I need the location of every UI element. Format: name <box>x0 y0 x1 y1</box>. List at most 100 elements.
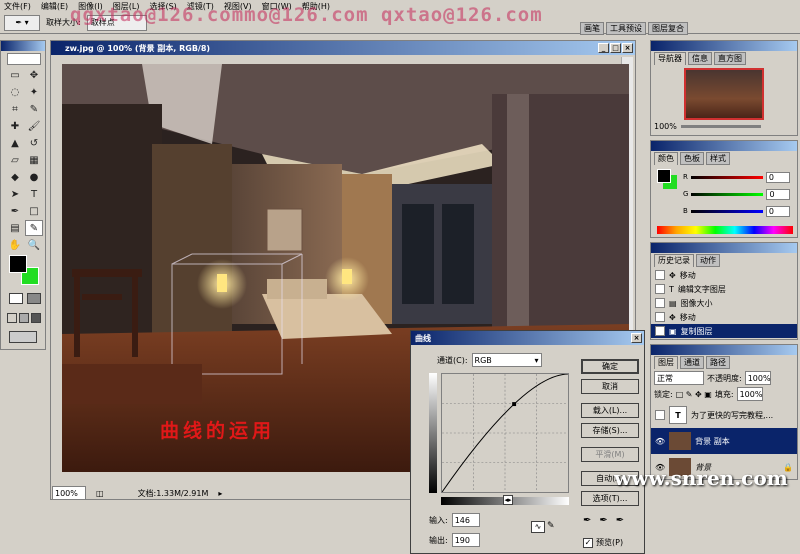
gradient-icon[interactable]: ▦ <box>25 152 43 168</box>
lasso-icon[interactable]: ◌ <box>6 84 24 100</box>
tab-channels[interactable]: 通道 <box>680 356 704 369</box>
menu-filter[interactable]: 滤镜(T) <box>187 1 214 12</box>
screen-mode-icon[interactable] <box>7 313 17 323</box>
well-tool-presets[interactable]: 工具预设 <box>606 22 646 35</box>
magic-wand-icon[interactable]: ✦ <box>25 84 43 100</box>
white-eyedropper-icon[interactable]: ✒ <box>616 515 624 526</box>
cancel-button[interactable]: 取消 <box>581 379 639 394</box>
minimize-icon[interactable]: _ <box>598 43 609 53</box>
curve-graph[interactable] <box>441 373 569 493</box>
pen-icon[interactable]: ✒ <box>6 203 24 219</box>
foreground-color-swatch[interactable] <box>9 255 27 273</box>
notes-icon[interactable]: ▤ <box>6 220 24 236</box>
smooth-button[interactable]: 平滑(M) <box>581 447 639 462</box>
hand-icon[interactable]: ✋ <box>6 237 24 253</box>
black-eyedropper-icon[interactable]: ✒ <box>583 515 591 526</box>
history-brush-icon[interactable]: ↺ <box>25 135 43 151</box>
navigator-thumbnail[interactable] <box>684 68 764 120</box>
blur-icon[interactable]: ◆ <box>6 169 24 185</box>
layer-row-bg-copy[interactable]: 👁 背景 副本 <box>651 428 797 454</box>
stamp-icon[interactable]: ▲ <box>6 135 24 151</box>
menu-view[interactable]: 视图(V) <box>224 1 252 12</box>
input-field[interactable]: 146 <box>451 513 480 527</box>
marquee-icon[interactable]: ▭ <box>6 67 24 83</box>
tab-swatches[interactable]: 色板 <box>680 152 704 165</box>
ok-button[interactable]: 确定 <box>581 359 639 374</box>
tab-styles[interactable]: 样式 <box>706 152 730 165</box>
curve-tool-icon[interactable]: ∿ <box>531 521 545 533</box>
menu-help[interactable]: 帮助(H) <box>302 1 330 12</box>
color-ramp[interactable] <box>657 226 793 234</box>
quickmask-mode-icon[interactable] <box>27 293 41 304</box>
well-brushes[interactable]: 画笔 <box>580 22 604 35</box>
type-icon[interactable]: T <box>25 186 43 202</box>
fill-field[interactable]: 100% <box>736 387 763 401</box>
opacity-field[interactable]: 100% <box>744 371 771 385</box>
status-arrow-icon[interactable]: ▸ <box>218 489 222 498</box>
blue-field[interactable]: 0 <box>765 206 790 217</box>
move-icon[interactable]: ✥ <box>25 67 43 83</box>
navigator-zoom-slider[interactable] <box>680 125 761 128</box>
menu-image[interactable]: 图像(I) <box>78 1 103 12</box>
tab-actions[interactable]: 动作 <box>696 254 720 267</box>
menu-window[interactable]: 窗口(W) <box>262 1 292 12</box>
zoom-icon[interactable]: 🔍 <box>25 237 43 253</box>
green-field[interactable]: 0 <box>766 189 791 200</box>
fullscreen-icon[interactable] <box>31 313 41 323</box>
status-menu-icon[interactable]: ◫ <box>96 489 104 498</box>
close-icon[interactable]: × <box>622 43 633 53</box>
tab-navigator[interactable]: 导航器 <box>654 52 686 65</box>
history-item-selected[interactable]: ▣ 复制图层 <box>651 324 797 338</box>
curve-control-point[interactable] <box>512 402 517 407</box>
fullscreen-menu-icon[interactable] <box>19 313 29 323</box>
blend-mode-select[interactable]: 正常 <box>654 371 704 385</box>
brush-icon[interactable]: 🖌 <box>25 118 43 134</box>
history-item[interactable]: T 编辑文字图层 <box>651 282 797 296</box>
options-button[interactable]: 选项(T)... <box>581 491 639 506</box>
dodge-icon[interactable]: ● <box>25 169 43 185</box>
color-fg-swatch[interactable] <box>657 169 671 183</box>
eyedropper-icon[interactable]: ✎ <box>25 220 43 236</box>
tab-info[interactable]: 信息 <box>688 52 712 65</box>
path-select-icon[interactable]: ➤ <box>6 186 24 202</box>
tab-color[interactable]: 颜色 <box>654 152 678 165</box>
healing-icon[interactable]: ✚ <box>6 118 24 134</box>
red-slider[interactable] <box>690 176 763 179</box>
pencil-icon[interactable]: ✎ <box>547 521 555 531</box>
tab-history[interactable]: 历史记录 <box>654 254 694 267</box>
history-item[interactable]: ▤ 图像大小 <box>651 296 797 310</box>
shape-icon[interactable]: □ <box>25 203 43 219</box>
close-icon[interactable]: × <box>631 333 642 343</box>
blue-slider[interactable] <box>690 210 763 213</box>
tool-preset-picker[interactable]: ✒ ▾ <box>4 14 40 31</box>
maximize-icon[interactable]: □ <box>610 43 621 53</box>
load-button[interactable]: 载入(L)... <box>581 403 639 418</box>
red-field[interactable]: 0 <box>765 172 790 183</box>
slice-icon[interactable]: ✎ <box>25 101 43 117</box>
menu-select[interactable]: 选择(S) <box>149 1 176 12</box>
channel-select[interactable]: RGB ▾ <box>471 353 542 367</box>
preview-checkbox[interactable]: ✓ <box>583 537 593 548</box>
eye-icon[interactable]: 👁 <box>655 437 665 446</box>
crop-icon[interactable]: ⌗ <box>6 101 24 117</box>
menu-file[interactable]: 文件(F) <box>4 1 31 12</box>
history-item[interactable]: ✥ 移动 <box>651 310 797 324</box>
tab-paths[interactable]: 路径 <box>706 356 730 369</box>
well-layer-comps[interactable]: 图层复合 <box>648 22 688 35</box>
output-field[interactable]: 190 <box>451 533 480 547</box>
menu-layer[interactable]: 图层(L) <box>113 1 140 12</box>
menu-edit[interactable]: 编辑(E) <box>41 1 68 12</box>
jump-to-imageready-icon[interactable] <box>9 331 37 343</box>
tab-layers[interactable]: 图层 <box>654 356 678 369</box>
zoom-field[interactable]: 100% <box>52 486 86 500</box>
tab-histogram[interactable]: 直方图 <box>714 52 746 65</box>
history-item[interactable]: ✥ 移动 <box>651 268 797 282</box>
gray-eyedropper-icon[interactable]: ✒ <box>599 515 607 526</box>
save-button[interactable]: 存储(S)... <box>581 423 639 438</box>
green-slider[interactable] <box>691 193 764 196</box>
sample-size-select[interactable]: 取样点 <box>86 14 147 31</box>
eraser-icon[interactable]: ▱ <box>6 152 24 168</box>
standard-mode-icon[interactable] <box>9 293 23 304</box>
lock-icon[interactable]: □ ✎ ✥ ▣ <box>676 390 712 399</box>
layer-row-text[interactable]: T 为了更快的写完教程,... <box>651 402 797 428</box>
